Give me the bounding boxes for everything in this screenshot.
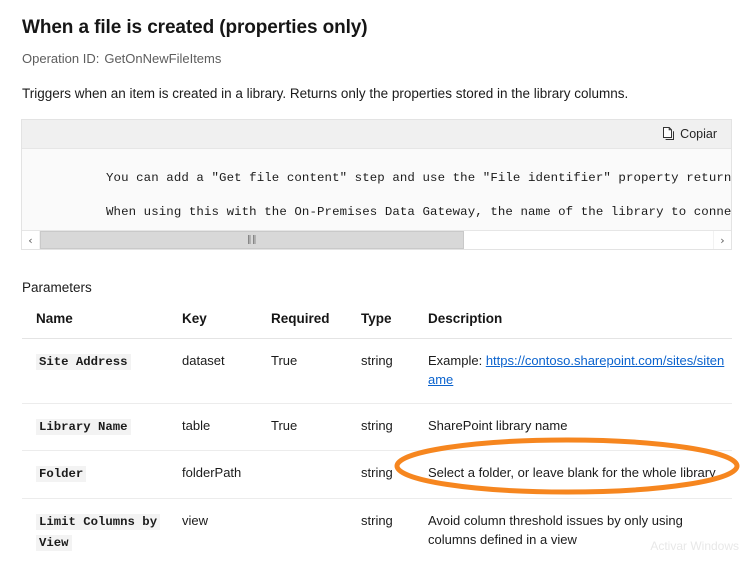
- param-name-cell: Library Name: [22, 403, 182, 452]
- scrollbar-track[interactable]: ‖‖: [39, 231, 714, 249]
- copy-button[interactable]: Copiar: [655, 124, 727, 144]
- code-line-1: You can add a "Get file content" step an…: [106, 171, 731, 185]
- code-line-2: When using this with the On-Premises Dat…: [106, 205, 731, 219]
- param-name-cell: Site Address: [22, 338, 182, 404]
- parameters-table: Name Key Required Type Description Site …: [22, 305, 732, 566]
- param-type-cell: string: [361, 403, 428, 452]
- page-title: When a file is created (properties only): [22, 17, 368, 38]
- param-description-cell: Example: https://contoso.sharepoint.com/…: [428, 338, 732, 404]
- horizontal-scrollbar[interactable]: ‹ ‖‖ ›: [22, 230, 731, 249]
- param-key-cell: table: [182, 403, 271, 452]
- scroll-left-arrow-icon[interactable]: ‹: [22, 231, 39, 249]
- table-header-row: Name Key Required Type Description: [22, 305, 732, 339]
- code-block-toolbar: Copiar: [22, 120, 731, 149]
- documentation-page: When a file is created (properties only)…: [0, 0, 753, 555]
- param-name-code: Library Name: [36, 418, 131, 435]
- column-header-name: Name: [22, 305, 182, 339]
- parameters-section-title: Parameters: [22, 280, 92, 295]
- copy-button-label: Copiar: [680, 127, 717, 141]
- param-key-cell: folderPath: [182, 450, 271, 500]
- table-row: Limit Columns by View view string Avoid …: [22, 499, 732, 566]
- description-prefix: Example:: [428, 353, 486, 368]
- code-block: Copiar You can add a "Get file content" …: [21, 119, 732, 250]
- folder-row-description: Select a folder, or leave blank for the …: [428, 450, 732, 500]
- param-type-cell: string: [361, 450, 428, 500]
- param-name-code: Site Address: [36, 354, 131, 370]
- param-required-cell: [271, 450, 361, 500]
- param-required-cell: True: [271, 403, 361, 452]
- copy-icon: [662, 127, 675, 141]
- operation-id: Operation ID: GetOnNewFileItems: [22, 51, 221, 66]
- param-description-cell: SharePoint library name: [428, 403, 732, 452]
- param-type-cell: string: [361, 513, 393, 529]
- param-name-code: Folder: [36, 466, 87, 483]
- table-row: Site Address dataset True string Example…: [22, 338, 732, 404]
- table-row: Library Name table True string SharePoin…: [22, 403, 732, 452]
- operation-id-value: GetOnNewFileItems: [104, 51, 222, 66]
- param-type-cell: string: [361, 338, 428, 404]
- param-name-code: Limit Columns by View: [36, 514, 161, 551]
- param-required-cell: [271, 499, 361, 566]
- param-name-cell: Limit Columns by View: [22, 499, 182, 566]
- activate-windows-watermark: Activar Windows: [650, 539, 739, 553]
- column-header-key: Key: [182, 305, 271, 339]
- param-name-cell: Folder: [22, 450, 182, 500]
- column-header-type: Type: [361, 305, 428, 339]
- trigger-description: Triggers when an item is created in a li…: [22, 86, 629, 101]
- table-row: Folder folderPath string Select a folder…: [22, 450, 732, 500]
- param-key-cell: view: [182, 513, 209, 529]
- param-key-cell: dataset: [182, 338, 271, 404]
- operation-id-label: Operation ID:: [22, 51, 100, 66]
- scroll-right-arrow-icon[interactable]: ›: [714, 231, 731, 249]
- code-content: You can add a "Get file content" step an…: [22, 149, 731, 230]
- scrollbar-thumb[interactable]: ‖‖: [40, 231, 464, 249]
- column-header-description: Description: [428, 305, 732, 339]
- param-description-cell: Avoid column threshold issues by only us…: [428, 513, 683, 547]
- scrollbar-grip-icon: ‖‖: [246, 234, 257, 245]
- column-header-required: Required: [271, 305, 361, 339]
- param-required-cell: True: [271, 338, 361, 404]
